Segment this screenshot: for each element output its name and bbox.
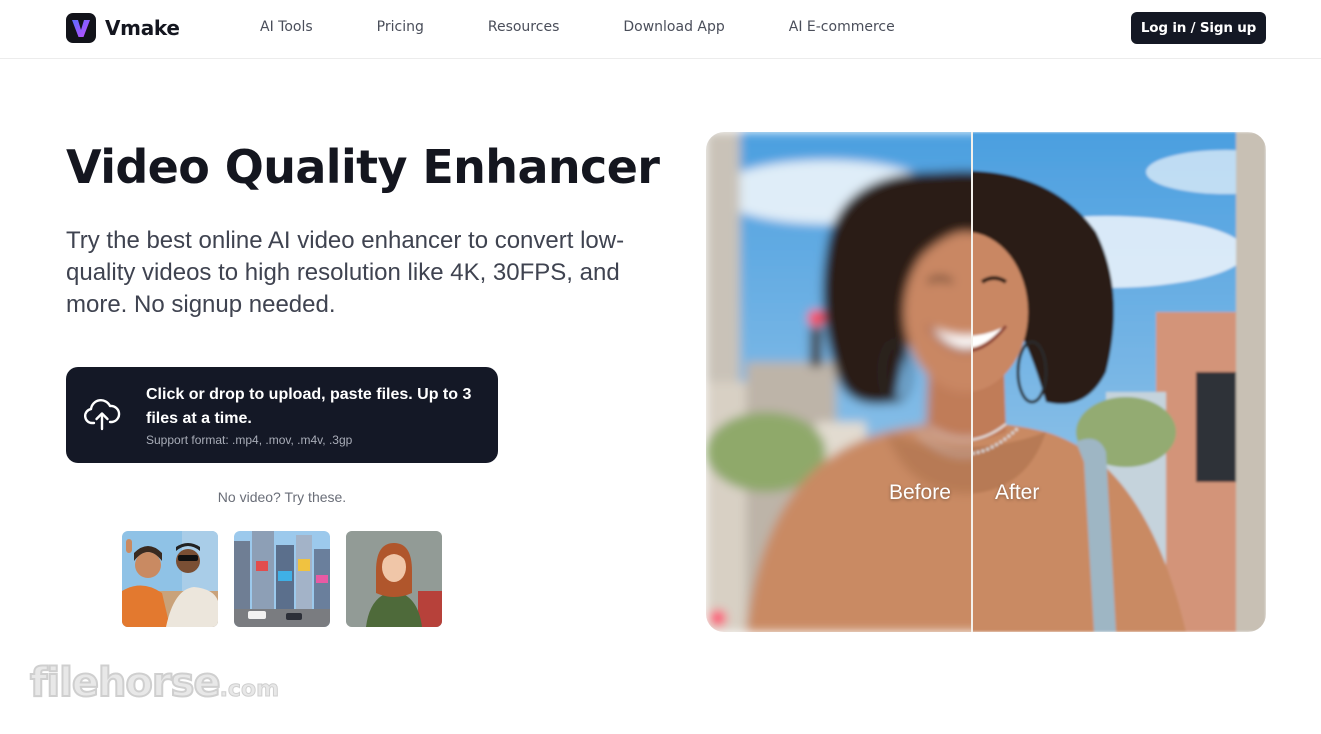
- comparison-divider-line[interactable]: [971, 132, 973, 632]
- before-label: Before: [889, 481, 951, 504]
- nav-ai-ecommerce[interactable]: AI E-commerce: [789, 19, 895, 35]
- sample-video-friends[interactable]: [122, 531, 218, 627]
- supported-formats: Support format: .mp4, .mov, .m4v, .3gp: [146, 433, 353, 447]
- top-navigation-bar: Vmake AI Tools Pricing Resources Downloa…: [0, 0, 1321, 59]
- page-title: Video Quality Enhancer: [66, 140, 660, 194]
- after-label: After: [995, 481, 1040, 504]
- main-nav: AI Tools Pricing Resources Download App …: [260, 19, 959, 35]
- vmake-logo[interactable]: Vmake: [66, 13, 180, 43]
- nav-pricing[interactable]: Pricing: [377, 19, 424, 35]
- nav-resources[interactable]: Resources: [488, 19, 560, 35]
- cloud-upload-icon: [82, 395, 122, 440]
- sample-videos: [122, 531, 442, 627]
- try-samples-label: No video? Try these.: [217, 489, 347, 505]
- logo-text: Vmake: [105, 16, 180, 40]
- vmake-logo-icon: [66, 13, 96, 43]
- watermark-text: filehorse: [29, 659, 222, 707]
- nav-download-app[interactable]: Download App: [623, 19, 724, 35]
- nav-ai-tools[interactable]: AI Tools: [260, 19, 313, 35]
- filehorse-watermark: filehorse.com: [29, 659, 280, 707]
- before-after-preview[interactable]: [706, 132, 1266, 632]
- login-signup-button[interactable]: Log in / Sign up: [1131, 12, 1266, 44]
- page-subtitle: Try the best online AI video enhancer to…: [66, 227, 625, 318]
- upload-dropzone[interactable]: Click or drop to upload, paste files. Up…: [66, 367, 498, 463]
- sample-video-city[interactable]: [234, 531, 330, 627]
- watermark-suffix: .com: [219, 677, 280, 703]
- sample-video-portrait[interactable]: [346, 531, 442, 627]
- upload-instructions: Click or drop to upload, paste files. Up…: [146, 386, 472, 427]
